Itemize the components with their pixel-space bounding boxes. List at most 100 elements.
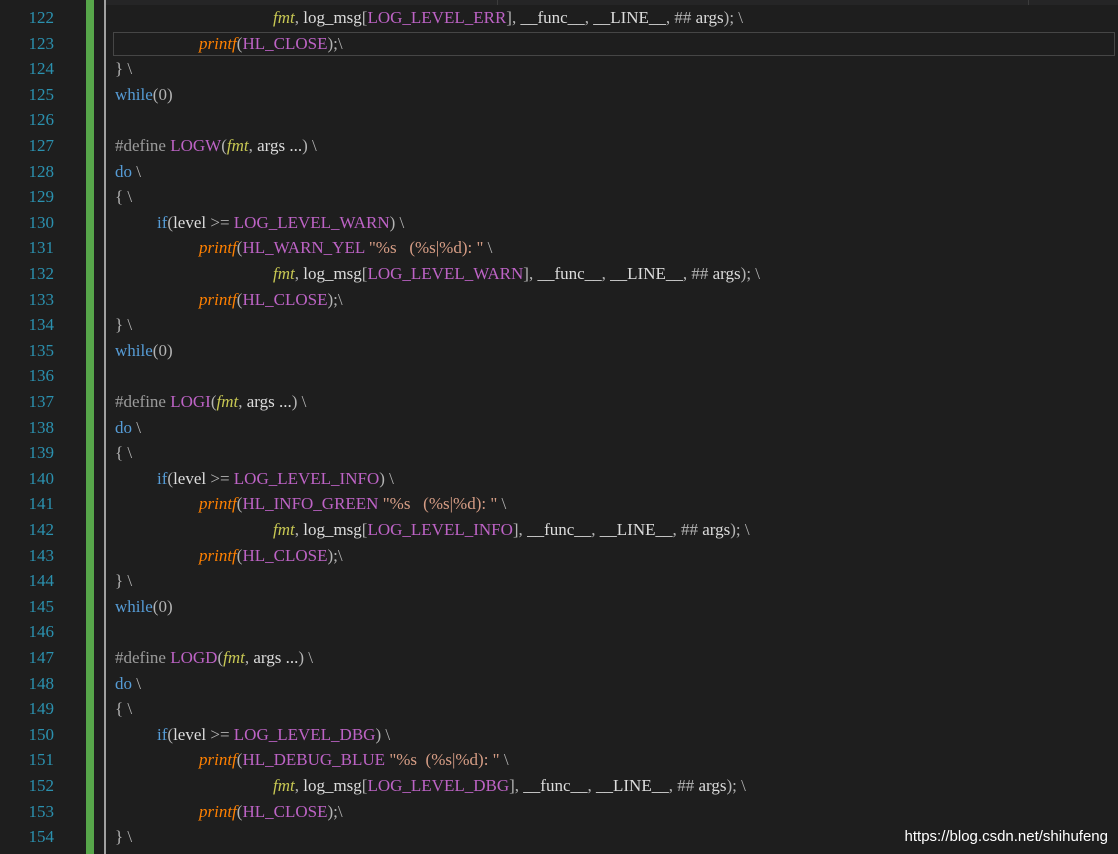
code-token: #define xyxy=(115,648,171,667)
code-token: __func__ xyxy=(527,520,592,539)
code-line[interactable]: #define LOGW(fmt, args ...) \ xyxy=(115,133,317,159)
code-token: #define xyxy=(115,136,171,155)
code-token: , xyxy=(672,520,681,539)
code-token: ## xyxy=(681,520,703,539)
code-token: ], xyxy=(512,520,528,539)
code-line[interactable]: printf(HL_CLOSE);\ xyxy=(199,799,343,825)
code-token: , xyxy=(294,8,304,27)
code-token: (0) xyxy=(152,596,173,616)
code-line[interactable]: #define LOGI(fmt, args ...) \ xyxy=(115,389,306,415)
line-number: 134 xyxy=(28,315,55,335)
code-token: } \ xyxy=(115,827,133,847)
line-number: 143 xyxy=(28,545,55,565)
line-number: 153 xyxy=(28,801,55,821)
code-line[interactable]: fmt, log_msg[LOG_LEVEL_WARN], __func__, … xyxy=(273,261,760,287)
code-line[interactable]: do \ xyxy=(115,415,141,441)
code-line[interactable]: } \ xyxy=(115,56,132,82)
code-line[interactable]: if(level >= LOG_LEVEL_WARN) \ xyxy=(157,210,404,236)
line-number: 151 xyxy=(28,750,55,770)
code-token: ) \ xyxy=(375,724,391,744)
code-line[interactable]: printf(HL_INFO_GREEN "%s (%s|%d): " \ xyxy=(199,491,506,517)
code-token: { \ xyxy=(115,443,133,463)
code-token: while xyxy=(115,84,153,104)
code-token: );\ xyxy=(327,289,343,309)
code-token: printf xyxy=(199,801,237,821)
line-number: 127 xyxy=(28,136,55,155)
code-token: __func__ xyxy=(523,776,588,795)
gutter-separator xyxy=(104,0,106,854)
code-line[interactable]: if(level >= LOG_LEVEL_DBG) \ xyxy=(157,722,390,748)
code-line[interactable]: fmt, log_msg[LOG_LEVEL_ERR], __func__, _… xyxy=(273,5,743,31)
code-line[interactable]: fmt, log_msg[LOG_LEVEL_DBG], __func__, _… xyxy=(273,773,746,799)
code-line[interactable]: printf(HL_CLOSE);\ xyxy=(199,31,343,57)
code-token: } \ xyxy=(115,571,133,591)
code-token: do xyxy=(115,673,132,693)
code-line[interactable]: } \ xyxy=(115,568,132,594)
code-token: "%s (%s|%d): " xyxy=(364,238,484,258)
code-line[interactable]: printf(HL_CLOSE);\ xyxy=(199,287,343,313)
code-line[interactable]: fmt, log_msg[LOG_LEVEL_INFO], __func__, … xyxy=(273,517,750,543)
code-line[interactable]: { \ xyxy=(115,696,132,722)
code-line[interactable]: printf(HL_DEBUG_BLUE "%s (%s|%d): " \ xyxy=(199,747,509,773)
code-token: printf xyxy=(199,289,237,309)
line-number: 147 xyxy=(28,648,55,667)
code-line[interactable]: printf(HL_CLOSE);\ xyxy=(199,543,343,569)
code-token: LOG_LEVEL_WARN xyxy=(233,212,390,232)
code-line[interactable]: do \ xyxy=(115,159,141,185)
code-token: fmt xyxy=(273,8,295,27)
code-token: { \ xyxy=(115,699,133,719)
code-token: level xyxy=(173,212,207,232)
code-token: fmt xyxy=(223,648,245,667)
code-line[interactable]: } \ xyxy=(115,824,132,850)
line-number: 128 xyxy=(28,161,55,181)
code-token: __func__ xyxy=(520,8,585,27)
line-number: 154 xyxy=(28,827,55,847)
code-token: \ xyxy=(132,673,141,693)
line-number: 148 xyxy=(28,673,55,693)
code-token: args xyxy=(698,776,727,795)
code-token: >= xyxy=(206,212,234,232)
code-line[interactable]: #define LOGD(fmt, args ...) \ xyxy=(115,645,313,671)
code-line[interactable]: } \ xyxy=(115,312,132,338)
code-line[interactable]: { \ xyxy=(115,184,132,210)
fold-margin[interactable] xyxy=(94,0,104,854)
code-token: log_msg xyxy=(303,520,362,539)
line-number: 129 xyxy=(28,187,55,207)
code-line[interactable]: while(0) xyxy=(115,338,173,364)
code-line[interactable]: while(0) xyxy=(115,82,173,108)
code-token: \ xyxy=(132,161,141,181)
code-line[interactable]: { \ xyxy=(115,440,132,466)
code-token: , xyxy=(294,520,304,539)
code-token: LOG_LEVEL_INFO xyxy=(367,520,513,539)
code-token: __LINE__ xyxy=(610,264,683,283)
code-token: HL_CLOSE xyxy=(242,289,328,309)
code-token: (0) xyxy=(152,340,173,360)
code-token: level xyxy=(173,724,207,744)
code-line[interactable]: if(level >= LOG_LEVEL_INFO) \ xyxy=(157,466,394,492)
code-token: HL_DEBUG_BLUE xyxy=(242,750,386,770)
code-token: , xyxy=(238,392,247,411)
code-token: ], xyxy=(506,8,521,27)
line-number: 141 xyxy=(28,494,55,514)
code-token: ], xyxy=(509,776,524,795)
code-token: { \ xyxy=(115,187,133,207)
code-line[interactable]: while(0) xyxy=(115,594,173,620)
code-token: if xyxy=(157,724,168,744)
code-line[interactable]: printf(HL_WARN_YEL "%s (%s|%d): " \ xyxy=(199,235,492,261)
code-token: ); \ xyxy=(740,264,761,283)
line-number: 138 xyxy=(28,417,55,437)
watermark: https://blog.csdn.net/shihufeng xyxy=(904,828,1108,845)
code-token: printf xyxy=(199,545,237,565)
code-token: LOGW xyxy=(170,136,222,155)
code-token: __LINE__ xyxy=(596,776,669,795)
code-token: );\ xyxy=(327,801,343,821)
code-editor[interactable]: 122 123 124 125 126 127 128 129 130 131 132 133 134 1… xyxy=(0,0,1118,854)
code-token: \ xyxy=(499,750,509,770)
code-token: __LINE__ xyxy=(599,520,673,539)
line-number: 145 xyxy=(28,596,55,616)
code-token: LOG_LEVEL_INFO xyxy=(233,468,380,488)
code-token: if xyxy=(157,212,168,232)
code-token: fmt xyxy=(273,520,295,539)
code-line[interactable]: do \ xyxy=(115,671,141,697)
code-token: } \ xyxy=(115,59,133,79)
